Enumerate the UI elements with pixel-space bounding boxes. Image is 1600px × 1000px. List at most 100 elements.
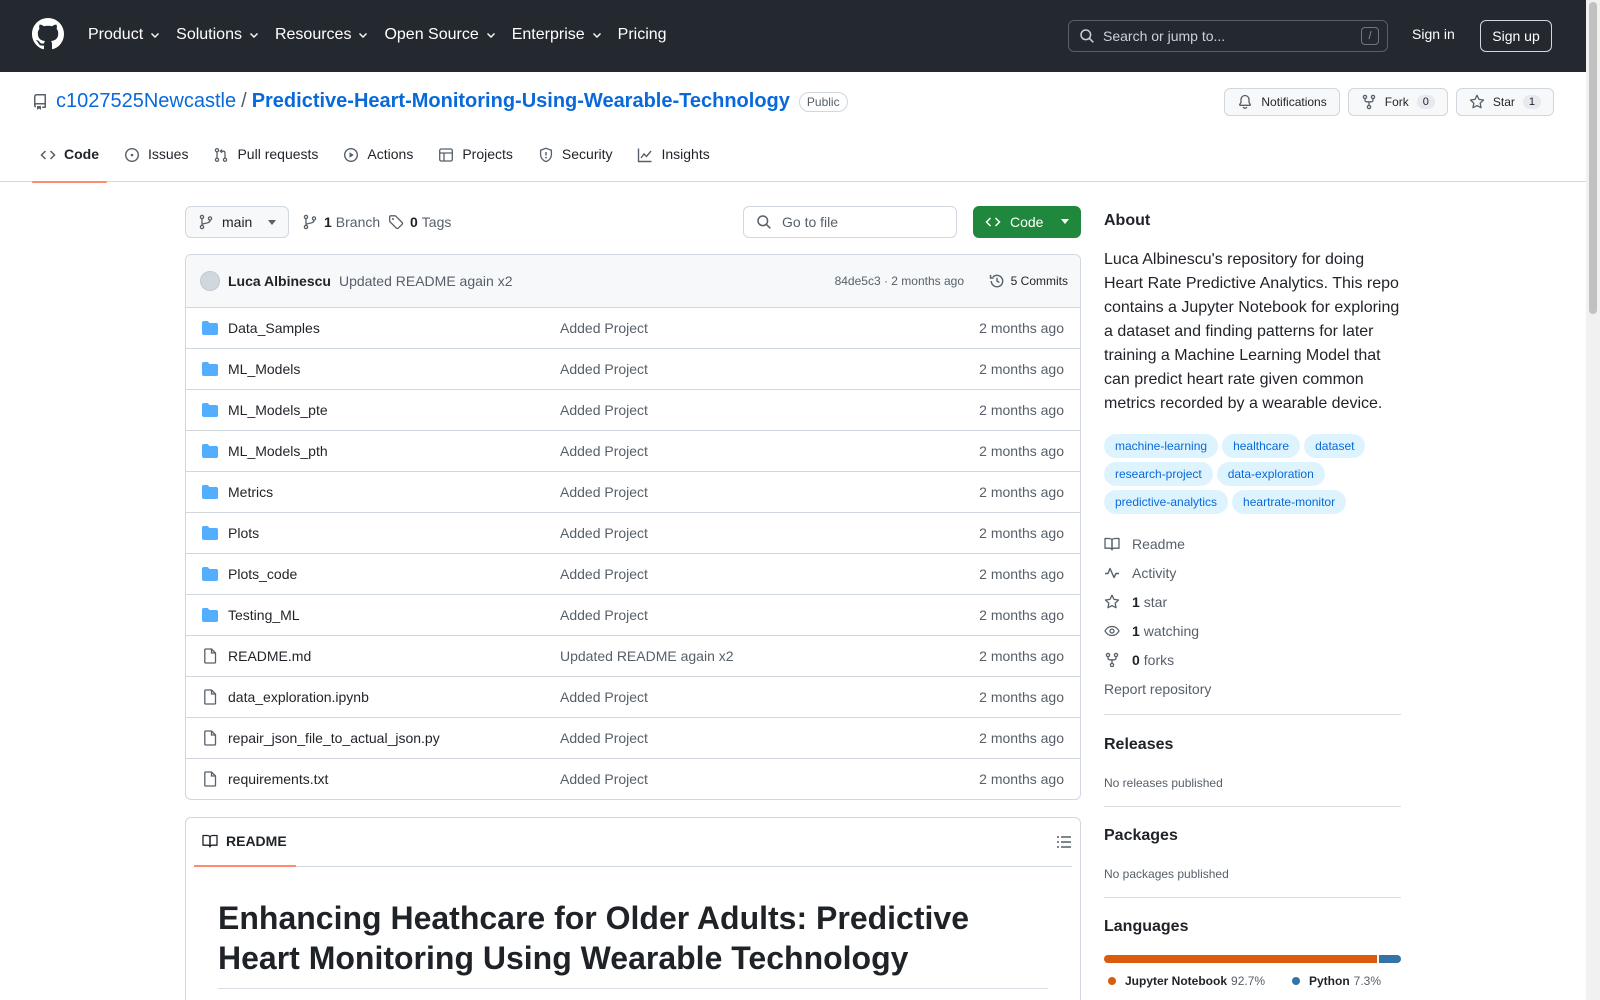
list-unordered-icon[interactable] [1056, 834, 1072, 850]
readme-tab[interactable]: README [202, 833, 287, 849]
topic-tag[interactable]: dataset [1304, 434, 1366, 458]
tab-issues[interactable]: Issues [116, 142, 196, 182]
file-commit-message[interactable]: Added Project [560, 689, 648, 705]
table-row[interactable]: Metrics Added Project 2 months ago [186, 472, 1080, 513]
topic-tag[interactable]: data-exploration [1216, 462, 1325, 486]
folder-icon-wrap [202, 320, 218, 336]
file-name-link[interactable]: requirements.txt [228, 771, 328, 787]
file-name-link[interactable]: Data_Samples [228, 320, 320, 336]
nav-open-source[interactable]: Open Source [384, 24, 496, 46]
language-item-python[interactable]: Python 7.3% [1292, 974, 1381, 988]
code-dropdown-button[interactable]: Code [973, 206, 1081, 238]
fork-button[interactable]: Fork 0 [1347, 88, 1448, 116]
file-commit-message[interactable]: Updated README again x2 [560, 648, 734, 664]
file-name-link[interactable]: ML_Models [228, 361, 300, 377]
commit-hash-date[interactable]: 84de5c3 · 2 months ago [835, 274, 964, 288]
file-name-link[interactable]: ML_Models_pth [228, 443, 328, 459]
file-commit-message[interactable]: Added Project [560, 443, 648, 459]
nav-solutions[interactable]: Solutions [176, 24, 260, 46]
file-name-link[interactable]: README.md [228, 648, 311, 664]
tab-security[interactable]: Security [530, 142, 621, 182]
branch-select-button[interactable]: main [185, 206, 289, 238]
commit-message[interactable]: Updated README again x2 [339, 273, 513, 289]
file-name-link[interactable]: Testing_ML [228, 607, 300, 623]
go-to-file-input[interactable]: Go to file [743, 206, 957, 238]
table-row[interactable]: requirements.txt Added Project 2 months ag… [186, 759, 1080, 799]
table-row[interactable]: ML_Models_pth Added Project 2 months ago [186, 431, 1080, 472]
avatar[interactable] [200, 271, 220, 291]
table-row[interactable]: ML_Models_pte Added Project 2 months ago [186, 390, 1080, 431]
file-name-link[interactable]: Plots [228, 525, 259, 541]
file-commit-message[interactable]: Added Project [560, 361, 648, 377]
tab-code[interactable]: Code [32, 142, 107, 183]
watchers-link[interactable]: 1 watching [1104, 623, 1199, 639]
table-row[interactable]: repair_json_file_to_actual_json.py Added … [186, 718, 1080, 759]
file-commit-message[interactable]: Added Project [560, 730, 648, 746]
file-commit-age: 2 months ago [979, 484, 1064, 500]
global-search-input[interactable]: Search or jump to... / [1068, 20, 1388, 52]
tab-pull-requests[interactable]: Pull requests [205, 142, 326, 182]
tab-actions[interactable]: Actions [335, 142, 421, 182]
sign-in-link[interactable]: Sign in [1412, 26, 1455, 42]
file-name-link[interactable]: Plots_code [228, 566, 297, 582]
file-name-link[interactable]: data_exploration.ipynb [228, 689, 369, 705]
topic-tag[interactable]: heartrate-monitor [1232, 490, 1347, 514]
topic-tag[interactable]: predictive-analytics [1104, 490, 1229, 514]
stars-label: star [1143, 594, 1168, 610]
packages-heading[interactable]: Packages [1104, 827, 1178, 845]
nav-enterprise[interactable]: Enterprise [512, 24, 603, 46]
file-name-link[interactable]: ML_Models_pte [228, 402, 328, 418]
page-scrollbar[interactable] [1586, 0, 1600, 1000]
language-item-jupyter[interactable]: Jupyter Notebook 92.7% [1108, 974, 1265, 988]
forks-link[interactable]: 0 forks [1104, 652, 1174, 668]
tag-count-label: Tags [421, 214, 452, 230]
sign-up-button[interactable]: Sign up [1480, 20, 1552, 52]
github-logo-icon[interactable] [32, 18, 64, 50]
file-commit-message[interactable]: Added Project [560, 484, 648, 500]
file-commit-message[interactable]: Added Project [560, 607, 648, 623]
file-name-link[interactable]: Metrics [228, 484, 273, 500]
table-row[interactable]: data_exploration.ipynb Added Project 2 mon… [186, 677, 1080, 718]
repo-path-separator: / [241, 90, 247, 112]
report-repository-link[interactable]: Report repository [1104, 681, 1211, 697]
table-row[interactable]: Testing_ML Added Project 2 months ago [186, 595, 1080, 636]
topic-tag[interactable]: healthcare [1222, 434, 1301, 458]
table-row[interactable]: ML_Models Added Project 2 months ago [186, 349, 1080, 390]
commits-history-link[interactable]: 5 Commits [989, 273, 1068, 289]
stars-link[interactable]: 1 star [1104, 594, 1167, 610]
search-placeholder: Search or jump to... [1103, 28, 1226, 44]
nav-pricing[interactable]: Pricing [618, 24, 667, 46]
file-commit-message[interactable]: Added Project [560, 771, 648, 787]
file-commit-message[interactable]: Added Project [560, 402, 648, 418]
table-row[interactable]: Plots_code Added Project 2 months ago [186, 554, 1080, 595]
file-commit-message[interactable]: Added Project [560, 525, 648, 541]
language-bar-segment [1379, 955, 1401, 963]
repo-owner-link[interactable]: c1027525Newcastle [56, 90, 236, 113]
file-icon-wrap [202, 771, 218, 787]
tab-pull-requests-label: Pull requests [237, 146, 319, 162]
file-name-link[interactable]: repair_json_file_to_actual_json.py [228, 730, 440, 746]
topic-tag[interactable]: research-project [1104, 462, 1213, 486]
topic-tag[interactable]: machine-learning [1104, 434, 1219, 458]
tags-link[interactable]: 0 Tags [388, 214, 451, 230]
tab-insights[interactable]: Insights [629, 142, 717, 182]
releases-heading[interactable]: Releases [1104, 736, 1173, 754]
activity-link[interactable]: Activity [1104, 565, 1176, 581]
repo-name-link[interactable]: Predictive-Heart-Monitoring-Using-Wearab… [252, 90, 790, 113]
commit-author[interactable]: Luca Albinescu [228, 273, 331, 289]
folder-icon-wrap [202, 525, 218, 541]
file-commit-message[interactable]: Added Project [560, 320, 648, 336]
table-row[interactable]: README.md Updated README again x2 2 months… [186, 636, 1080, 677]
chevron-down-icon [359, 33, 368, 38]
readme-link[interactable]: Readme [1104, 536, 1185, 552]
branches-link[interactable]: 1 Branch [302, 214, 380, 230]
tab-projects[interactable]: Projects [430, 142, 521, 182]
notifications-button[interactable]: Notifications [1224, 88, 1340, 116]
nav-resources[interactable]: Resources [275, 24, 369, 46]
table-row[interactable]: Plots Added Project 2 months ago [186, 513, 1080, 554]
nav-product[interactable]: Product [88, 24, 161, 46]
table-row[interactable]: Data_Samples Added Project 2 months ago [186, 308, 1080, 349]
star-button[interactable]: Star 1 [1455, 88, 1554, 116]
file-commit-message[interactable]: Added Project [560, 566, 648, 582]
scrollbar-thumb[interactable] [1589, 2, 1597, 314]
